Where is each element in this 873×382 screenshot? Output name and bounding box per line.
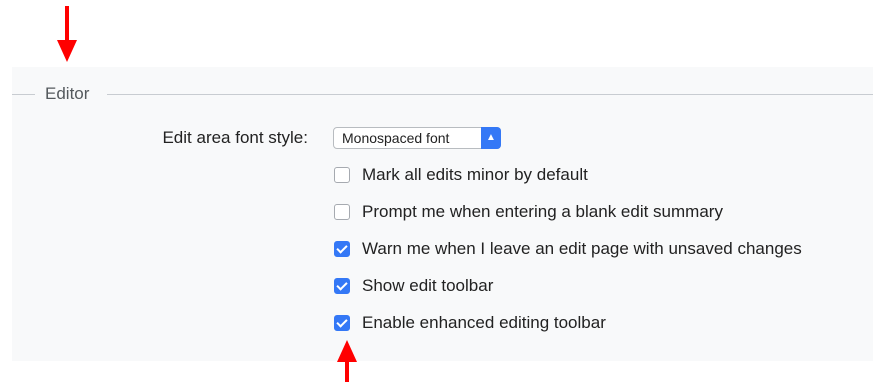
show-edit-toolbar-checkbox[interactable] — [334, 278, 350, 294]
fieldset-legend: Editor — [12, 84, 873, 103]
section-title: Editor — [45, 84, 90, 103]
option-label: Prompt me when entering a blank edit sum… — [362, 202, 723, 221]
legend-divider-right — [107, 94, 873, 95]
font-style-label: Edit area font style: — [162, 128, 308, 147]
option-label: Mark all edits minor by default — [362, 165, 588, 184]
screenshot-canvas: Editor Edit area font style: Monospaced … — [0, 0, 873, 382]
font-style-selected-value: Monospaced font — [342, 130, 450, 146]
mark-edits-minor-checkbox[interactable] — [334, 167, 350, 183]
font-style-select[interactable]: Monospaced font ▲︎ — [333, 127, 501, 149]
option-label: Enable enhanced editing toolbar — [362, 313, 606, 332]
prompt-blank-summary-checkbox[interactable] — [334, 204, 350, 220]
editor-preferences-panel: Editor Edit area font style: Monospaced … — [12, 67, 873, 361]
legend-divider-left — [12, 94, 35, 95]
enhanced-toolbar-checkbox[interactable] — [334, 315, 350, 331]
option-label: Show edit toolbar — [362, 276, 494, 295]
warn-unsaved-changes-checkbox[interactable] — [334, 241, 350, 257]
option-label: Warn me when I leave an edit page with u… — [362, 239, 802, 258]
chevron-up-down-icon: ▲︎ — [481, 127, 501, 149]
